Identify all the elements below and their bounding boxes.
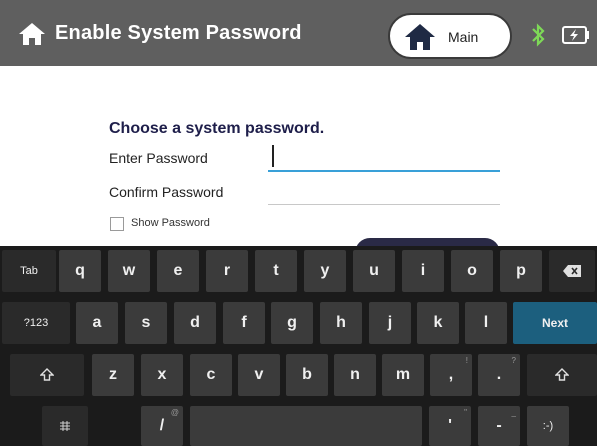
key-comma-label: , [448, 366, 454, 383]
key-g[interactable]: g [271, 302, 313, 344]
key-settings[interactable] [42, 406, 88, 446]
keyboard-settings-icon [60, 421, 70, 431]
key-h[interactable]: h [320, 302, 362, 344]
key-period[interactable]: . ? [478, 354, 520, 396]
key-slash-alt: @ [170, 408, 179, 417]
on-screen-keyboard: Tab q w e r t y u i o p ?123 a s d f g h… [0, 246, 597, 446]
key-period-alt: ? [511, 356, 516, 365]
key-m[interactable]: m [382, 354, 424, 396]
key-shift-right[interactable] [527, 354, 597, 396]
show-password-checkbox[interactable] [110, 217, 124, 231]
key-o[interactable]: o [451, 250, 493, 292]
text-cursor [272, 145, 274, 167]
key-k[interactable]: k [417, 302, 459, 344]
enter-password-input[interactable] [268, 143, 500, 172]
home-icon [19, 23, 45, 45]
key-slash-label: / [159, 417, 165, 434]
key-p[interactable]: p [500, 250, 542, 292]
key-n[interactable]: n [334, 354, 376, 396]
key-next[interactable]: Next [513, 302, 597, 344]
main-button[interactable]: Main [388, 13, 512, 59]
key-d[interactable]: d [174, 302, 216, 344]
key-l[interactable]: l [465, 302, 507, 344]
key-tab[interactable]: Tab [2, 250, 56, 292]
key-v[interactable]: v [238, 354, 280, 396]
shift-icon [40, 368, 54, 381]
key-dash[interactable]: - _ [478, 406, 520, 446]
key-smiley[interactable]: :-) [527, 406, 569, 446]
key-apostrophe-label: ' [448, 417, 452, 434]
confirm-password-label: Confirm Password [109, 184, 224, 200]
key-backspace[interactable] [549, 250, 595, 292]
key-dash-alt: _ [511, 408, 516, 417]
key-x[interactable]: x [141, 354, 183, 396]
key-space[interactable] [190, 406, 422, 446]
key-e[interactable]: e [157, 250, 199, 292]
key-comma-alt: ! [465, 356, 468, 365]
key-dash-label: - [496, 417, 502, 434]
key-s[interactable]: s [125, 302, 167, 344]
key-period-label: . [496, 366, 502, 383]
confirm-password-input[interactable] [268, 178, 500, 205]
key-a[interactable]: a [76, 302, 118, 344]
key-z[interactable]: z [92, 354, 134, 396]
shift-icon [555, 368, 569, 381]
backspace-icon [563, 265, 581, 277]
key-t[interactable]: t [255, 250, 297, 292]
key-c[interactable]: c [190, 354, 232, 396]
app-header: Enable System Password Main [0, 0, 597, 66]
key-w[interactable]: w [108, 250, 150, 292]
show-password-label: Show Password [131, 217, 210, 229]
key-q[interactable]: q [59, 250, 101, 292]
key-y[interactable]: y [304, 250, 346, 292]
key-b[interactable]: b [286, 354, 328, 396]
key-symbols[interactable]: ?123 [2, 302, 70, 344]
form-title: Choose a system password. [109, 120, 325, 137]
key-comma[interactable]: , ! [430, 354, 472, 396]
home-icon [405, 24, 435, 50]
battery-icon [562, 26, 589, 44]
key-j[interactable]: j [369, 302, 411, 344]
key-f[interactable]: f [223, 302, 265, 344]
key-i[interactable]: i [402, 250, 444, 292]
key-r[interactable]: r [206, 250, 248, 292]
page-title: Enable System Password [55, 22, 302, 44]
key-shift-left[interactable] [10, 354, 84, 396]
key-slash[interactable]: / @ [141, 406, 183, 446]
bluetooth-icon [532, 23, 545, 47]
key-u[interactable]: u [353, 250, 395, 292]
enter-password-label: Enter Password [109, 150, 208, 166]
main-button-label: Main [448, 29, 479, 45]
key-apostrophe-alt: " [464, 408, 467, 417]
key-apostrophe[interactable]: ' " [429, 406, 471, 446]
